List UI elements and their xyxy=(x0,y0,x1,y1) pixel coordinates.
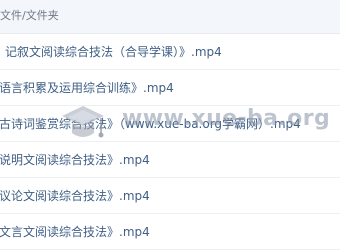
file-list-window: 文件/文件夹 记叙文阅读综合技法（合导学课）》.mp4 语言积累及运用综合训练》… xyxy=(0,0,340,252)
file-name[interactable]: 议论文阅读综合技法》.mp4 xyxy=(0,189,150,203)
file-name[interactable]: 说明文阅读综合技法》.mp4 xyxy=(0,153,150,167)
file-row[interactable]: 记叙文阅读综合技法（合导学课）》.mp4 xyxy=(0,34,340,70)
file-row[interactable]: 古诗词鉴赏综合技法》（www.xue-ba.org学霸网）.mp4 xyxy=(0,106,340,142)
file-row[interactable]: 议论文阅读综合技法》.mp4 xyxy=(0,178,340,214)
file-name[interactable]: 记叙文阅读综合技法（合导学课）》.mp4 xyxy=(5,45,222,59)
file-name[interactable]: 文言文阅读综合技法》.mp4 xyxy=(0,225,150,239)
file-list-header: 文件/文件夹 xyxy=(0,0,340,34)
file-row[interactable]: 语言积累及运用综合训练》.mp4 xyxy=(0,70,340,106)
column-header-file-folder[interactable]: 文件/文件夹 xyxy=(0,9,59,23)
file-name[interactable]: 古诗词鉴赏综合技法》（www.xue-ba.org学霸网）.mp4 xyxy=(0,117,301,131)
file-row[interactable]: 说明文阅读综合技法》.mp4 xyxy=(0,142,340,178)
file-name[interactable]: 语言积累及运用综合训练》.mp4 xyxy=(0,81,174,95)
file-row[interactable]: 文言文阅读综合技法》.mp4 xyxy=(0,214,340,250)
